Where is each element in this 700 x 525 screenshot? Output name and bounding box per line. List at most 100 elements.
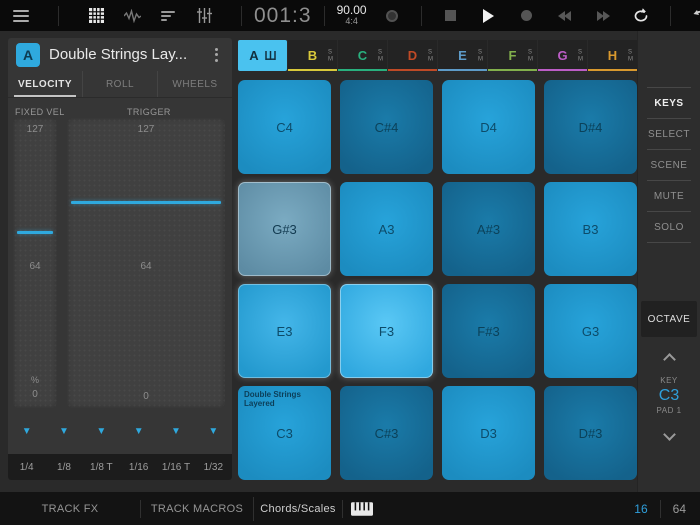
divider [324,6,325,26]
pad[interactable]: G#3 [238,182,331,276]
pad[interactable]: C#3 [340,386,433,480]
division-1-8t[interactable]: 1/8 T [83,462,120,473]
play-button[interactable] [478,5,500,27]
octave-down-icon[interactable] [663,428,676,441]
sequencer-view-icon[interactable] [157,5,179,27]
tab-wheels[interactable]: WHEELS [157,71,232,97]
pad[interactable]: C4 [238,80,331,174]
pad[interactable]: A3 [340,182,433,276]
key-label: KEY [638,376,700,386]
bank-letter: C [358,48,367,63]
pad[interactable]: D#4 [544,80,637,174]
pad[interactable]: F#3 [442,284,535,378]
bank-tab-e[interactable]: E SM [438,40,487,71]
play-icon [483,9,494,23]
record-button[interactable] [516,5,538,27]
tab-roll[interactable]: ROLL [82,71,157,97]
chords-scales-button[interactable]: Chords/Scales [254,503,342,515]
bank-tab-a[interactable]: A [238,40,287,71]
solo-toggle[interactable]: S [478,49,483,55]
stop-button[interactable] [440,5,462,27]
solo-mode-button[interactable]: SOLO [638,212,700,242]
mute-toggle[interactable]: M [328,56,333,62]
mute-toggle[interactable]: M [578,56,583,62]
bank-letter: A [249,48,258,63]
track-fx-button[interactable]: TRACK FX [0,503,140,515]
divider [241,6,242,26]
song-position-display[interactable]: 001:3 [254,4,312,28]
solo-toggle[interactable]: S [428,49,433,55]
bank-tab-f[interactable]: F SM [488,40,537,71]
trigger-slider[interactable]: 127 64 0 [67,118,225,408]
keys-mode-button[interactable]: KEYS [638,88,700,118]
mute-toggle[interactable]: M [428,56,433,62]
mixer-view-icon[interactable] [193,5,215,27]
division-marker-icon[interactable]: ▼ [120,426,157,444]
bank-tab-h[interactable]: H SM [588,40,637,71]
pad[interactable]: D3 [442,386,535,480]
metronome-icon[interactable] [381,5,403,27]
pad-view-icon[interactable] [85,5,107,27]
solo-toggle[interactable]: S [528,49,533,55]
kebab-menu-icon[interactable] [209,44,224,66]
menu-icon[interactable] [10,5,32,27]
division-1-8[interactable]: 1/8 [45,462,82,473]
pad[interactable]: B3 [544,182,637,276]
division-marker-icon[interactable]: ▼ [157,426,194,444]
octave-up-icon[interactable] [663,353,676,366]
mute-toggle[interactable]: M [378,56,383,62]
solo-toggle[interactable]: S [328,49,333,55]
division-1-32[interactable]: 1/32 [195,462,232,473]
division-marker-icon[interactable]: ▼ [83,426,120,444]
forward-button[interactable] [592,5,614,27]
fixed-vel-slider[interactable]: 127 64 % 0 [13,118,57,408]
pad[interactable]: E3 [238,284,331,378]
mute-toggle[interactable]: M [528,56,533,62]
waveform-view-icon[interactable] [121,5,143,27]
fixed-vel-value-line[interactable] [17,231,53,234]
bank-letter: B [308,48,317,63]
division-marker-icon[interactable]: ▼ [8,426,45,444]
pad[interactable]: C#4 [340,80,433,174]
track-macros-button[interactable]: TRACK MACROS [141,503,253,515]
bank-letter: H [608,48,617,63]
track-header[interactable]: A Double Strings Lay... [8,38,232,71]
division-1-4[interactable]: 1/4 [8,462,45,473]
division-1-16t[interactable]: 1/16 T [157,462,194,473]
mute-toggle[interactable]: M [628,56,633,62]
bank-tab-g[interactable]: G SM [538,40,587,71]
solo-toggle[interactable]: S [578,49,583,55]
solo-toggle[interactable]: S [628,49,633,55]
divider [647,242,691,243]
bank-tab-b[interactable]: B SM [288,40,337,71]
rewind-icon [559,11,571,21]
division-marker-icon[interactable]: ▼ [45,426,82,444]
bank-tab-c[interactable]: C SM [338,40,387,71]
pad[interactable]: G3 [544,284,637,378]
mute-toggle[interactable]: M [478,56,483,62]
pad[interactable]: A#3 [442,182,535,276]
rewind-button[interactable] [554,5,576,27]
loop-button[interactable] [630,5,652,27]
select-mode-button[interactable]: SELECT [638,119,700,149]
trigger-value-line[interactable] [71,201,221,204]
keyboard-button[interactable] [351,498,373,520]
mute-mode-button[interactable]: MUTE [638,181,700,211]
division-1-16[interactable]: 1/16 [120,462,157,473]
scene-mode-button[interactable]: SCENE [638,150,700,180]
pad[interactable]: D4 [442,80,535,174]
pad[interactable]: F3 [340,284,433,378]
bank-tab-d[interactable]: D SM [388,40,437,71]
pad-count-16-button[interactable]: 16 [634,502,647,516]
octave-button[interactable]: OCTAVE [641,301,697,337]
divider [670,6,671,26]
solo-toggle[interactable]: S [378,49,383,55]
record-icon [521,10,532,21]
tab-velocity[interactable]: VELOCITY [8,71,82,97]
pad[interactable]: Double Strings LayeredC3 [238,386,331,480]
pad[interactable]: D#3 [544,386,637,480]
pad-count-64-button[interactable]: 64 [673,502,686,516]
tempo-display[interactable]: 90.00 4:4 [337,4,367,26]
undo-button[interactable] [689,5,700,27]
division-marker-icon[interactable]: ▼ [195,426,232,444]
